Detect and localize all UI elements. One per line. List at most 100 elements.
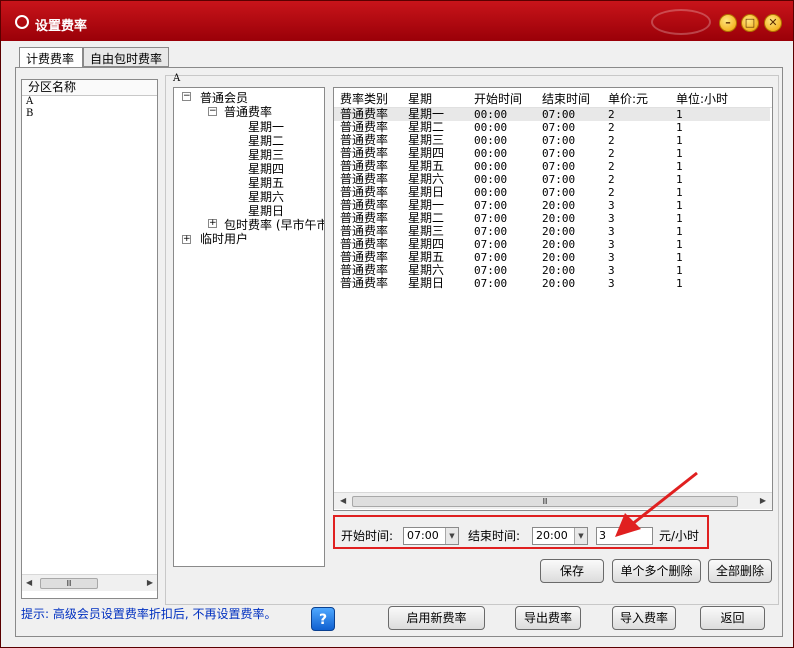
end-time-select[interactable]: 20:00 ▼ <box>532 527 588 545</box>
settings-window: 设置费率 – □ ✕ 计费费率 自由包时费率 分区名称 A B ◀ Ⅲ ▶ A … <box>0 0 794 648</box>
table-cell: 1 <box>676 173 683 186</box>
table-cell: 3 <box>608 264 615 277</box>
table-row[interactable]: 普通费率 星期四 00:00 07:00 2 1 <box>334 147 770 161</box>
col-header-rate-type[interactable]: 费率类别 <box>340 90 388 108</box>
table-cell: 00:00 <box>474 173 508 186</box>
table-cell: 20:00 <box>542 199 576 212</box>
table-cell: 20:00 <box>542 277 576 290</box>
table-cell: 1 <box>676 108 683 121</box>
table-cell: 2 <box>608 108 615 121</box>
zone-item-b[interactable]: B <box>22 108 157 120</box>
export-rate-button[interactable]: 导出费率 <box>515 606 581 630</box>
table-cell: 07:00 <box>474 225 508 238</box>
start-time-value: 07:00 <box>407 529 439 542</box>
table-cell: 1 <box>676 212 683 225</box>
table-cell: 3 <box>608 199 615 212</box>
table-cell: 1 <box>676 264 683 277</box>
collapse-icon[interactable]: − <box>208 107 217 116</box>
table-cell: 00:00 <box>474 160 508 173</box>
table-cell: 20:00 <box>542 225 576 238</box>
table-cell: 1 <box>676 277 683 290</box>
table-cell: 3 <box>608 238 615 251</box>
table-cell: 2 <box>608 147 615 160</box>
col-header-start-time[interactable]: 开始时间 <box>474 90 522 108</box>
start-time-label: 开始时间: <box>341 529 394 543</box>
col-header-weekday[interactable]: 星期 <box>408 90 432 108</box>
col-header-unit[interactable]: 单位:小时 <box>676 90 728 108</box>
back-button[interactable]: 返回 <box>700 606 765 630</box>
col-header-end-time[interactable]: 结束时间 <box>542 90 590 108</box>
hint-text: 提示: 高级会员设置费率折扣后, 不再设置费率。 <box>21 607 277 621</box>
table-cell: 1 <box>676 199 683 212</box>
table-cell: 普通费率 <box>340 276 389 290</box>
import-rate-button[interactable]: 导入费率 <box>612 606 676 630</box>
rate-table[interactable]: 费率类别 星期 开始时间 结束时间 单价:元 单位:小时 普通费率 星期一 00:0… <box>333 87 773 511</box>
zone-list-scrollbar[interactable]: ◀ Ⅲ ▶ <box>22 574 157 591</box>
table-cell: 1 <box>676 238 683 251</box>
table-row[interactable]: 普通费率 星期三 07:00 20:00 3 1 <box>334 225 770 239</box>
table-cell: 07:00 <box>542 186 576 199</box>
maximize-button[interactable]: □ <box>741 14 759 32</box>
close-button[interactable]: ✕ <box>764 14 782 32</box>
col-header-price[interactable]: 单价:元 <box>608 90 648 108</box>
table-row[interactable]: 普通费率 星期三 00:00 07:00 2 1 <box>334 134 770 148</box>
tab-free-package-rate[interactable]: 自由包时费率 <box>83 47 169 67</box>
rate-tree[interactable]: − 普通会员 − 普通费率 星期一 星期二 星期三 星期四 星期五 星期六 星期… <box>173 87 325 567</box>
end-time-value: 20:00 <box>536 529 568 542</box>
table-cell: 00:00 <box>474 147 508 160</box>
table-row[interactable]: 普通费率 星期六 07:00 20:00 3 1 <box>334 264 770 278</box>
table-cell: 00:00 <box>474 108 508 121</box>
table-row[interactable]: 普通费率 星期五 00:00 07:00 2 1 <box>334 160 770 174</box>
table-cell: 1 <box>676 147 683 160</box>
title-bar: 设置费率 – □ ✕ <box>1 1 793 41</box>
window-title: 设置费率 <box>35 19 88 34</box>
table-row[interactable]: 普通费率 星期五 07:00 20:00 3 1 <box>334 251 770 265</box>
table-cell: 1 <box>676 225 683 238</box>
chevron-down-icon[interactable]: ▼ <box>574 528 587 544</box>
table-cell: 07:00 <box>542 108 576 121</box>
table-row[interactable]: 普通费率 星期二 00:00 07:00 2 1 <box>334 121 770 135</box>
table-cell: 2 <box>608 186 615 199</box>
tab-billing-rate[interactable]: 计费费率 <box>19 47 83 68</box>
table-cell: 07:00 <box>542 121 576 134</box>
chevron-down-icon[interactable]: ▼ <box>445 528 458 544</box>
app-logo-icon <box>15 15 29 29</box>
table-cell: 2 <box>608 134 615 147</box>
table-cell: 1 <box>676 186 683 199</box>
table-row[interactable]: 普通费率 星期二 07:00 20:00 3 1 <box>334 212 770 226</box>
table-row[interactable]: 普通费率 星期一 07:00 20:00 3 1 <box>334 199 770 213</box>
save-button[interactable]: 保存 <box>540 559 604 583</box>
table-row[interactable]: 普通费率 星期六 00:00 07:00 2 1 <box>334 173 770 187</box>
table-row[interactable]: 普通费率 星期四 07:00 20:00 3 1 <box>334 238 770 252</box>
delete-all-button[interactable]: 全部删除 <box>708 559 772 583</box>
table-cell: 07:00 <box>474 199 508 212</box>
group-label: A <box>173 73 181 84</box>
table-cell: 2 <box>608 160 615 173</box>
table-cell: 星期日 <box>408 276 445 290</box>
table-cell: 20:00 <box>542 251 576 264</box>
table-row[interactable]: 普通费率 星期一 00:00 07:00 2 1 <box>334 108 770 121</box>
table-cell: 00:00 <box>474 121 508 134</box>
table-cell: 3 <box>608 225 615 238</box>
table-cell: 00:00 <box>474 134 508 147</box>
table-cell: 07:00 <box>474 238 508 251</box>
zone-list[interactable]: 分区名称 A B ◀ Ⅲ ▶ <box>21 79 158 599</box>
table-cell: 1 <box>676 251 683 264</box>
expand-icon[interactable]: + <box>182 235 191 244</box>
table-cell: 07:00 <box>474 251 508 264</box>
start-time-select[interactable]: 07:00 ▼ <box>403 527 459 545</box>
expand-icon[interactable]: + <box>208 219 217 228</box>
help-icon[interactable]: ? <box>311 607 335 631</box>
minimize-button[interactable]: – <box>719 14 737 32</box>
title-decoration <box>651 9 711 35</box>
delete-selected-button[interactable]: 单个多个删除 <box>612 559 701 583</box>
zone-item-a[interactable]: A <box>22 96 157 108</box>
table-cell: 1 <box>676 134 683 147</box>
enable-new-rate-button[interactable]: 启用新费率 <box>388 606 485 630</box>
table-cell: 07:00 <box>474 264 508 277</box>
table-row[interactable]: 普通费率 星期日 07:00 20:00 3 1 <box>334 276 770 291</box>
table-cell: 07:00 <box>542 134 576 147</box>
table-row[interactable]: 普通费率 星期日 00:00 07:00 2 1 <box>334 186 770 200</box>
tree-node-temp-user[interactable]: 临时用户 <box>200 230 248 247</box>
collapse-icon[interactable]: − <box>182 92 191 101</box>
